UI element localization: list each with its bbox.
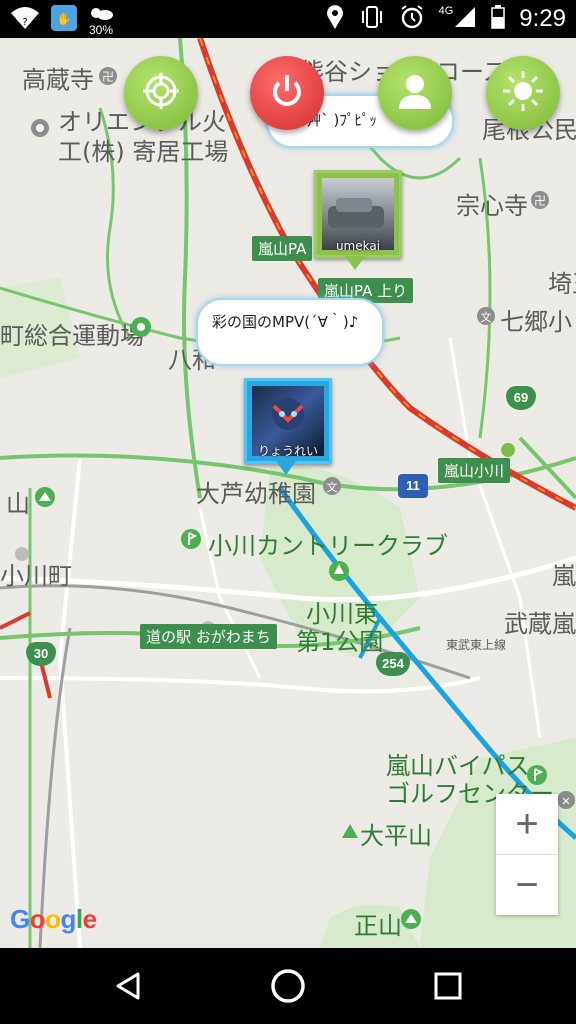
- place-icon: ✕: [556, 790, 576, 814]
- map-label: 七郷小: [500, 308, 572, 336]
- place-badge: 嵐山PA: [252, 236, 313, 261]
- school-icon: 文: [476, 306, 496, 330]
- back-icon: [112, 972, 144, 1006]
- recents-icon: [434, 972, 462, 1004]
- map-label: 大芦幼稚園: [196, 480, 316, 508]
- network-type: 4G: [438, 5, 454, 17]
- place-badge: 道の駅 おがわまち: [140, 624, 277, 649]
- map-label: 小川カントリークラブ: [208, 532, 448, 560]
- svg-text:?: ?: [22, 17, 27, 28]
- user-marker-umekai[interactable]: umekai: [314, 170, 402, 258]
- marker-pointer: [276, 460, 296, 479]
- map-label: 大平山: [360, 822, 432, 850]
- marker-name: umekai: [335, 239, 381, 253]
- profile-button[interactable]: [378, 56, 452, 130]
- zoom-in-button[interactable]: +: [496, 794, 558, 855]
- google-logo: Google: [10, 904, 97, 934]
- bubble-text: 彩の国のMPV(´∀｀)♪: [212, 313, 359, 331]
- user-marker-ryourei[interactable]: りょうれい: [244, 378, 332, 464]
- map-label: 小川町: [0, 562, 72, 590]
- mountain-icon: [340, 820, 360, 844]
- battery-icon: [491, 5, 506, 33]
- home-icon: [270, 969, 306, 1008]
- svg-text:文: 文: [481, 310, 492, 324]
- sun-icon: [501, 69, 545, 117]
- map-label: 東武東上線: [446, 638, 507, 652]
- signal-icon: [453, 5, 477, 33]
- location-icon: [325, 4, 345, 34]
- navigation-bar: [0, 948, 576, 1024]
- svg-text:卍: 卍: [534, 194, 546, 208]
- map-label: 正山: [354, 912, 402, 940]
- school-icon: 文: [322, 476, 342, 500]
- back-button[interactable]: [112, 970, 144, 1006]
- power-button[interactable]: [250, 56, 324, 130]
- svg-text:文: 文: [327, 480, 338, 494]
- marker-name: りょうれい: [257, 444, 318, 458]
- map-label: 工(株) 寄居工場: [58, 138, 229, 166]
- svg-text:✕: ✕: [561, 795, 570, 808]
- map-label: 宗心寺: [456, 192, 528, 220]
- map-label: 山: [6, 490, 30, 518]
- map-label: 武蔵嵐: [504, 610, 576, 638]
- park-icon: [130, 316, 152, 342]
- wifi-icon: ?: [10, 5, 40, 35]
- battery-percent: 30%: [88, 22, 114, 37]
- place-icon: [30, 118, 50, 142]
- temple-icon: 卍: [98, 66, 118, 90]
- app-icon: ✋: [50, 4, 78, 36]
- target-icon: [141, 71, 181, 115]
- map-pin-icon: [14, 546, 30, 566]
- alarm-icon: [399, 4, 425, 34]
- golf-icon: [180, 528, 202, 554]
- svg-text:✋: ✋: [57, 12, 72, 26]
- brightness-button[interactable]: [486, 56, 560, 130]
- route-shield: 11: [398, 474, 428, 498]
- map-label: 町総合運動場: [0, 322, 144, 350]
- chat-bubble-middle[interactable]: 彩の国のMPV(´∀｀)♪: [196, 298, 384, 366]
- home-button[interactable]: [270, 968, 306, 1008]
- route-shield: 254: [376, 652, 410, 676]
- map-label: 第1公園: [296, 628, 384, 656]
- mountain-icon: [400, 908, 422, 934]
- vibrate-icon: [359, 5, 385, 33]
- map-label: 嵐: [552, 562, 576, 590]
- map-label: 高蔵寺: [22, 66, 94, 94]
- map-label: 埼玉: [548, 270, 576, 298]
- golf-icon: [526, 764, 548, 790]
- temple-icon: 卍: [530, 190, 550, 214]
- svg-text:卍: 卍: [102, 70, 114, 84]
- status-bar: ? ✋ 30% 4G 9:29: [0, 0, 576, 38]
- weather-widget: 30%: [88, 5, 114, 36]
- mountain-icon: [34, 486, 56, 512]
- marker-pointer: [345, 255, 365, 274]
- recents-button[interactable]: [434, 972, 462, 1004]
- map-view[interactable]: 高蔵寺 オリエンタル火 工(株) 寄居工場 熊谷ショ コース 尾根公民 宗心寺 …: [0, 38, 576, 948]
- weather-icon: [88, 5, 114, 24]
- zoom-out-button[interactable]: −: [496, 855, 558, 915]
- target-button[interactable]: [124, 56, 198, 130]
- person-icon: [395, 71, 435, 115]
- clock: 9:29: [519, 5, 566, 32]
- signal-indicator: 4G: [439, 5, 478, 33]
- park-icon: [328, 560, 350, 586]
- zoom-controls: + −: [496, 794, 558, 915]
- place-badge: 嵐山小川: [438, 458, 511, 483]
- power-icon: [267, 71, 307, 115]
